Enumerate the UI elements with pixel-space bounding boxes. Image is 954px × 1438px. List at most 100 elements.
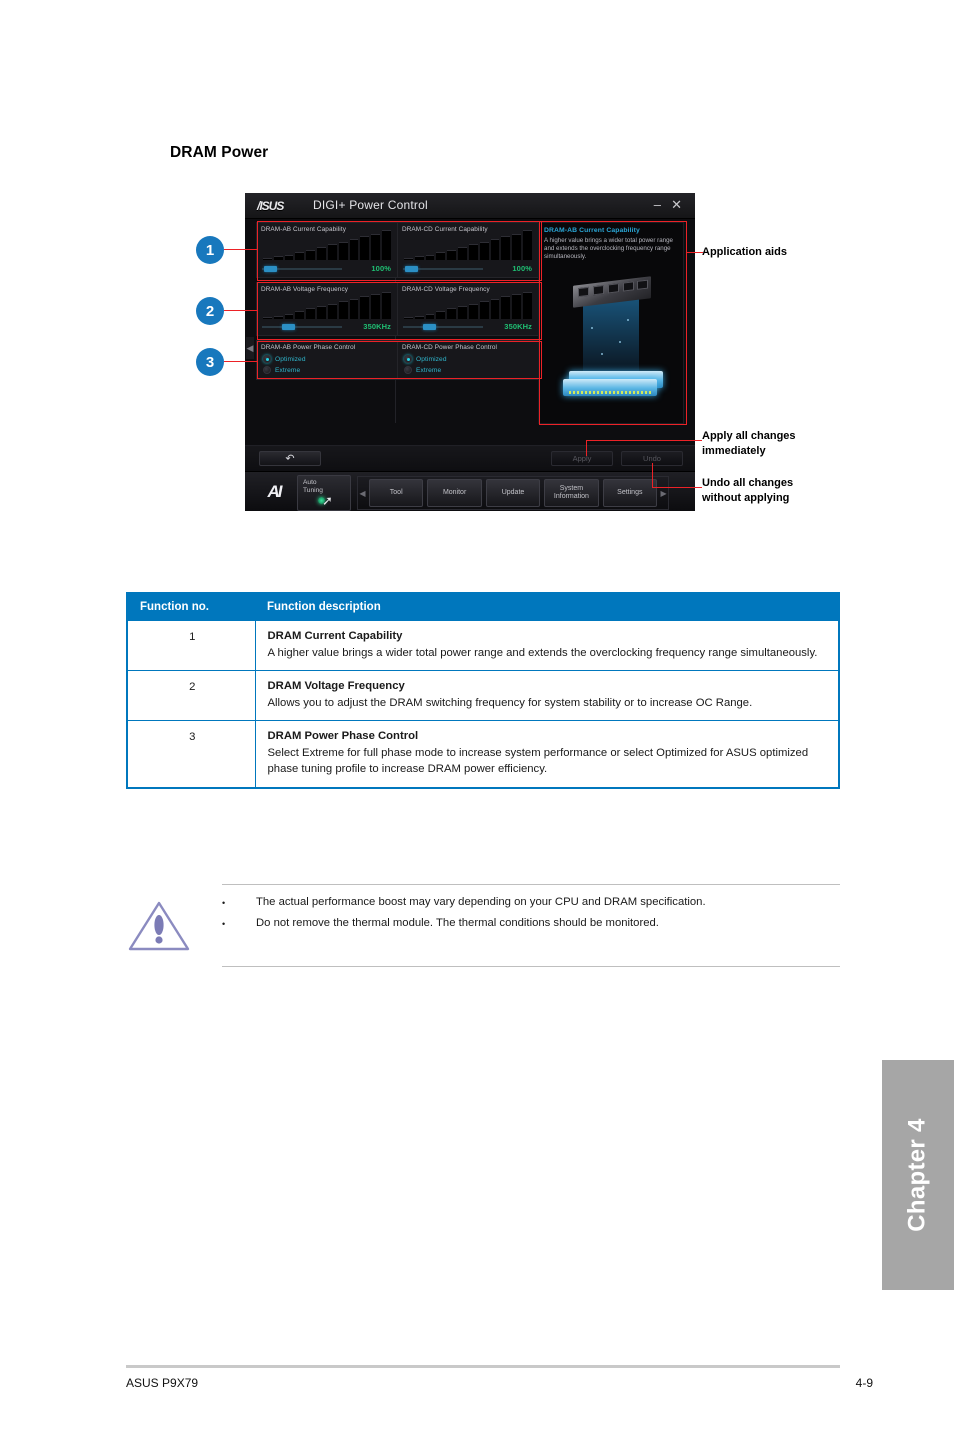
bullet-icon: • bbox=[222, 919, 226, 929]
callout-lead-1 bbox=[224, 249, 257, 251]
voltage-frequency-slider[interactable]: 350KHz bbox=[403, 322, 534, 332]
auto-tuning-button[interactable]: Auto Tuning ➚ bbox=[297, 475, 351, 511]
current-capability-slider[interactable]: 100% bbox=[403, 264, 534, 274]
slider-knob[interactable] bbox=[405, 266, 418, 272]
slider-knob[interactable] bbox=[282, 324, 295, 330]
note-item: • The actual performance boost may vary … bbox=[222, 892, 840, 913]
nav-item-system-information[interactable]: System Information bbox=[544, 479, 599, 507]
nav-button-group: ◀ Tool Monitor Update System Information… bbox=[357, 476, 669, 510]
current-capability-bar-graph bbox=[404, 230, 532, 260]
current-capability-slider[interactable]: 100% bbox=[262, 264, 393, 274]
radio-selected-icon[interactable] bbox=[404, 355, 412, 363]
dram-cd-power-phase-control-card[interactable]: DRAM-CD Power Phase Control Optimized Ex… bbox=[397, 340, 539, 380]
nav-item-tool[interactable]: Tool bbox=[369, 479, 424, 507]
glow-beam bbox=[583, 295, 639, 381]
column-header-function-no: Function no. bbox=[127, 593, 255, 621]
dram-ab-voltage-frequency-card[interactable]: DRAM-AB Voltage Frequency 350KHz bbox=[256, 282, 398, 336]
slider-knob[interactable] bbox=[264, 266, 277, 272]
close-icon[interactable]: ✕ bbox=[671, 198, 682, 212]
dram-ab-optimized-option[interactable]: Optimized bbox=[263, 355, 393, 363]
action-bar: ↶ Apply Undo bbox=[245, 445, 695, 471]
dram-cd-optimized-option[interactable]: Optimized bbox=[404, 355, 534, 363]
voltage-frequency-slider[interactable]: 350KHz bbox=[262, 322, 393, 332]
footer-page-number: 4-9 bbox=[855, 1376, 873, 1390]
dram-cd-extreme-option[interactable]: Extreme bbox=[404, 366, 534, 374]
row-body: Select Extreme for full phase mode to in… bbox=[267, 746, 809, 776]
callout-lead-apply-h bbox=[586, 440, 702, 442]
row-body: A higher value brings a wider total powe… bbox=[267, 646, 818, 659]
row-description: DRAM Current Capability A higher value b… bbox=[255, 620, 839, 671]
radio-unselected-icon[interactable] bbox=[263, 366, 271, 374]
asus-logo-icon: /ISUS bbox=[257, 199, 284, 213]
column-header-function-description: Function description bbox=[255, 593, 839, 621]
minimize-icon[interactable]: – bbox=[654, 198, 661, 212]
aid-panel-text: A higher value brings a wider total powe… bbox=[544, 237, 673, 261]
dram-cd-voltage-frequency-value: 350KHz bbox=[504, 322, 532, 331]
reset-button[interactable]: ↶ bbox=[259, 451, 321, 466]
row-number: 1 bbox=[127, 620, 256, 671]
dram-cd-voltage-frequency-card[interactable]: DRAM-CD Voltage Frequency 350KHz bbox=[397, 282, 539, 336]
callout-marker-3: 3 bbox=[196, 348, 224, 376]
row-title: DRAM Power Phase Control bbox=[267, 730, 419, 742]
row-number: 2 bbox=[127, 670, 256, 721]
callout-marker-2: 2 bbox=[196, 297, 224, 325]
dram-cd-current-capability-card[interactable]: DRAM-CD Current Capability 100% bbox=[397, 222, 539, 278]
callout-label-apply-line2: immediately bbox=[702, 445, 766, 457]
current-capability-bar-graph bbox=[263, 230, 391, 260]
callout-lead-undo-h bbox=[652, 487, 702, 489]
dram-module-illustration bbox=[561, 276, 665, 407]
slider-track bbox=[403, 326, 483, 328]
auto-tuning-line2: Tuning bbox=[303, 487, 323, 494]
chapter-tab-label: Chapter 4 bbox=[904, 1118, 931, 1232]
note-item: • Do not remove the thermal module. The … bbox=[222, 913, 840, 934]
callout-lead-2 bbox=[224, 310, 257, 312]
row-title: DRAM Voltage Frequency bbox=[267, 680, 405, 692]
function-table: Function no. Function description 1 DRAM… bbox=[126, 592, 840, 789]
voltage-frequency-bar-graph bbox=[263, 292, 391, 319]
aid-panel-title: DRAM-AB Current Capability bbox=[544, 227, 640, 234]
page-title: DRAM Power bbox=[170, 144, 269, 161]
nav-prev-arrow-icon[interactable]: ◀ bbox=[358, 489, 367, 498]
note-body: • The actual performance boost may vary … bbox=[222, 884, 840, 942]
callout-label-undo-line2: without applying bbox=[702, 492, 790, 504]
dram-ab-power-phase-control-label: DRAM-AB Power Phase Control bbox=[261, 344, 356, 351]
callout-label-application-aids: Application aids bbox=[702, 246, 787, 258]
nav-item-update[interactable]: Update bbox=[485, 479, 541, 507]
dram-ab-extreme-option[interactable]: Extreme bbox=[263, 366, 393, 374]
table-body: 1 DRAM Current Capability A higher value… bbox=[127, 620, 839, 788]
callout-lead-application-aids bbox=[687, 252, 703, 254]
callout-label-apply-line1: Apply all changes bbox=[702, 430, 796, 442]
radio-unselected-icon[interactable] bbox=[404, 366, 412, 374]
bottom-navigation-bar: AI Auto Tuning ➚ ◀ Tool Monitor Update S… bbox=[245, 471, 695, 511]
ai-suite-logo-icon: AI bbox=[267, 482, 283, 501]
row-description: DRAM Voltage Frequency Allows you to adj… bbox=[255, 670, 839, 721]
nav-item-monitor[interactable]: Monitor bbox=[427, 479, 482, 507]
table-row: 3 DRAM Power Phase Control Select Extrem… bbox=[127, 720, 839, 788]
footer-product-name: ASUS P9X79 bbox=[126, 1376, 199, 1390]
row-title: DRAM Current Capability bbox=[267, 630, 403, 642]
apply-button[interactable]: Apply bbox=[551, 451, 613, 466]
dram-ab-voltage-frequency-value: 350KHz bbox=[363, 322, 391, 331]
digi-power-control-screenshot: /ISUS DIGI+ Power Control – ✕ ◀ DRAM-AB … bbox=[245, 193, 695, 511]
nav-item-settings[interactable]: Settings bbox=[602, 479, 658, 507]
note-block: • The actual performance boost may vary … bbox=[126, 884, 840, 967]
callout-label-undo-line1: Undo all changes bbox=[702, 477, 794, 489]
table-row: 1 DRAM Current Capability A higher value… bbox=[127, 620, 839, 671]
dram-ab-optimized-label: Optimized bbox=[275, 355, 306, 363]
dram-ab-power-phase-control-card[interactable]: DRAM-AB Power Phase Control Optimized Ex… bbox=[256, 340, 398, 380]
collapse-panel-arrow-icon[interactable]: ◀ bbox=[246, 337, 254, 359]
note-top-rule bbox=[222, 884, 840, 885]
callout-marker-1: 1 bbox=[196, 236, 224, 264]
dram-ab-extreme-label: Extreme bbox=[275, 366, 301, 374]
nav-next-arrow-icon[interactable]: ▶ bbox=[659, 489, 668, 498]
dram-cd-power-phase-control-label: DRAM-CD Power Phase Control bbox=[402, 344, 498, 351]
note-item-text: Do not remove the thermal module. The th… bbox=[256, 917, 659, 929]
radio-selected-icon[interactable] bbox=[263, 355, 271, 363]
cursor-icon: ➚ bbox=[322, 493, 333, 508]
slider-knob[interactable] bbox=[423, 324, 436, 330]
dram-ab-current-capability-card[interactable]: DRAM-AB Current Capability 100% bbox=[256, 222, 398, 278]
callout-lead-undo-v bbox=[652, 463, 654, 488]
dram-pins bbox=[569, 391, 651, 394]
table-header-row: Function no. Function description bbox=[127, 593, 839, 621]
row-description: DRAM Power Phase Control Select Extreme … bbox=[255, 720, 839, 788]
